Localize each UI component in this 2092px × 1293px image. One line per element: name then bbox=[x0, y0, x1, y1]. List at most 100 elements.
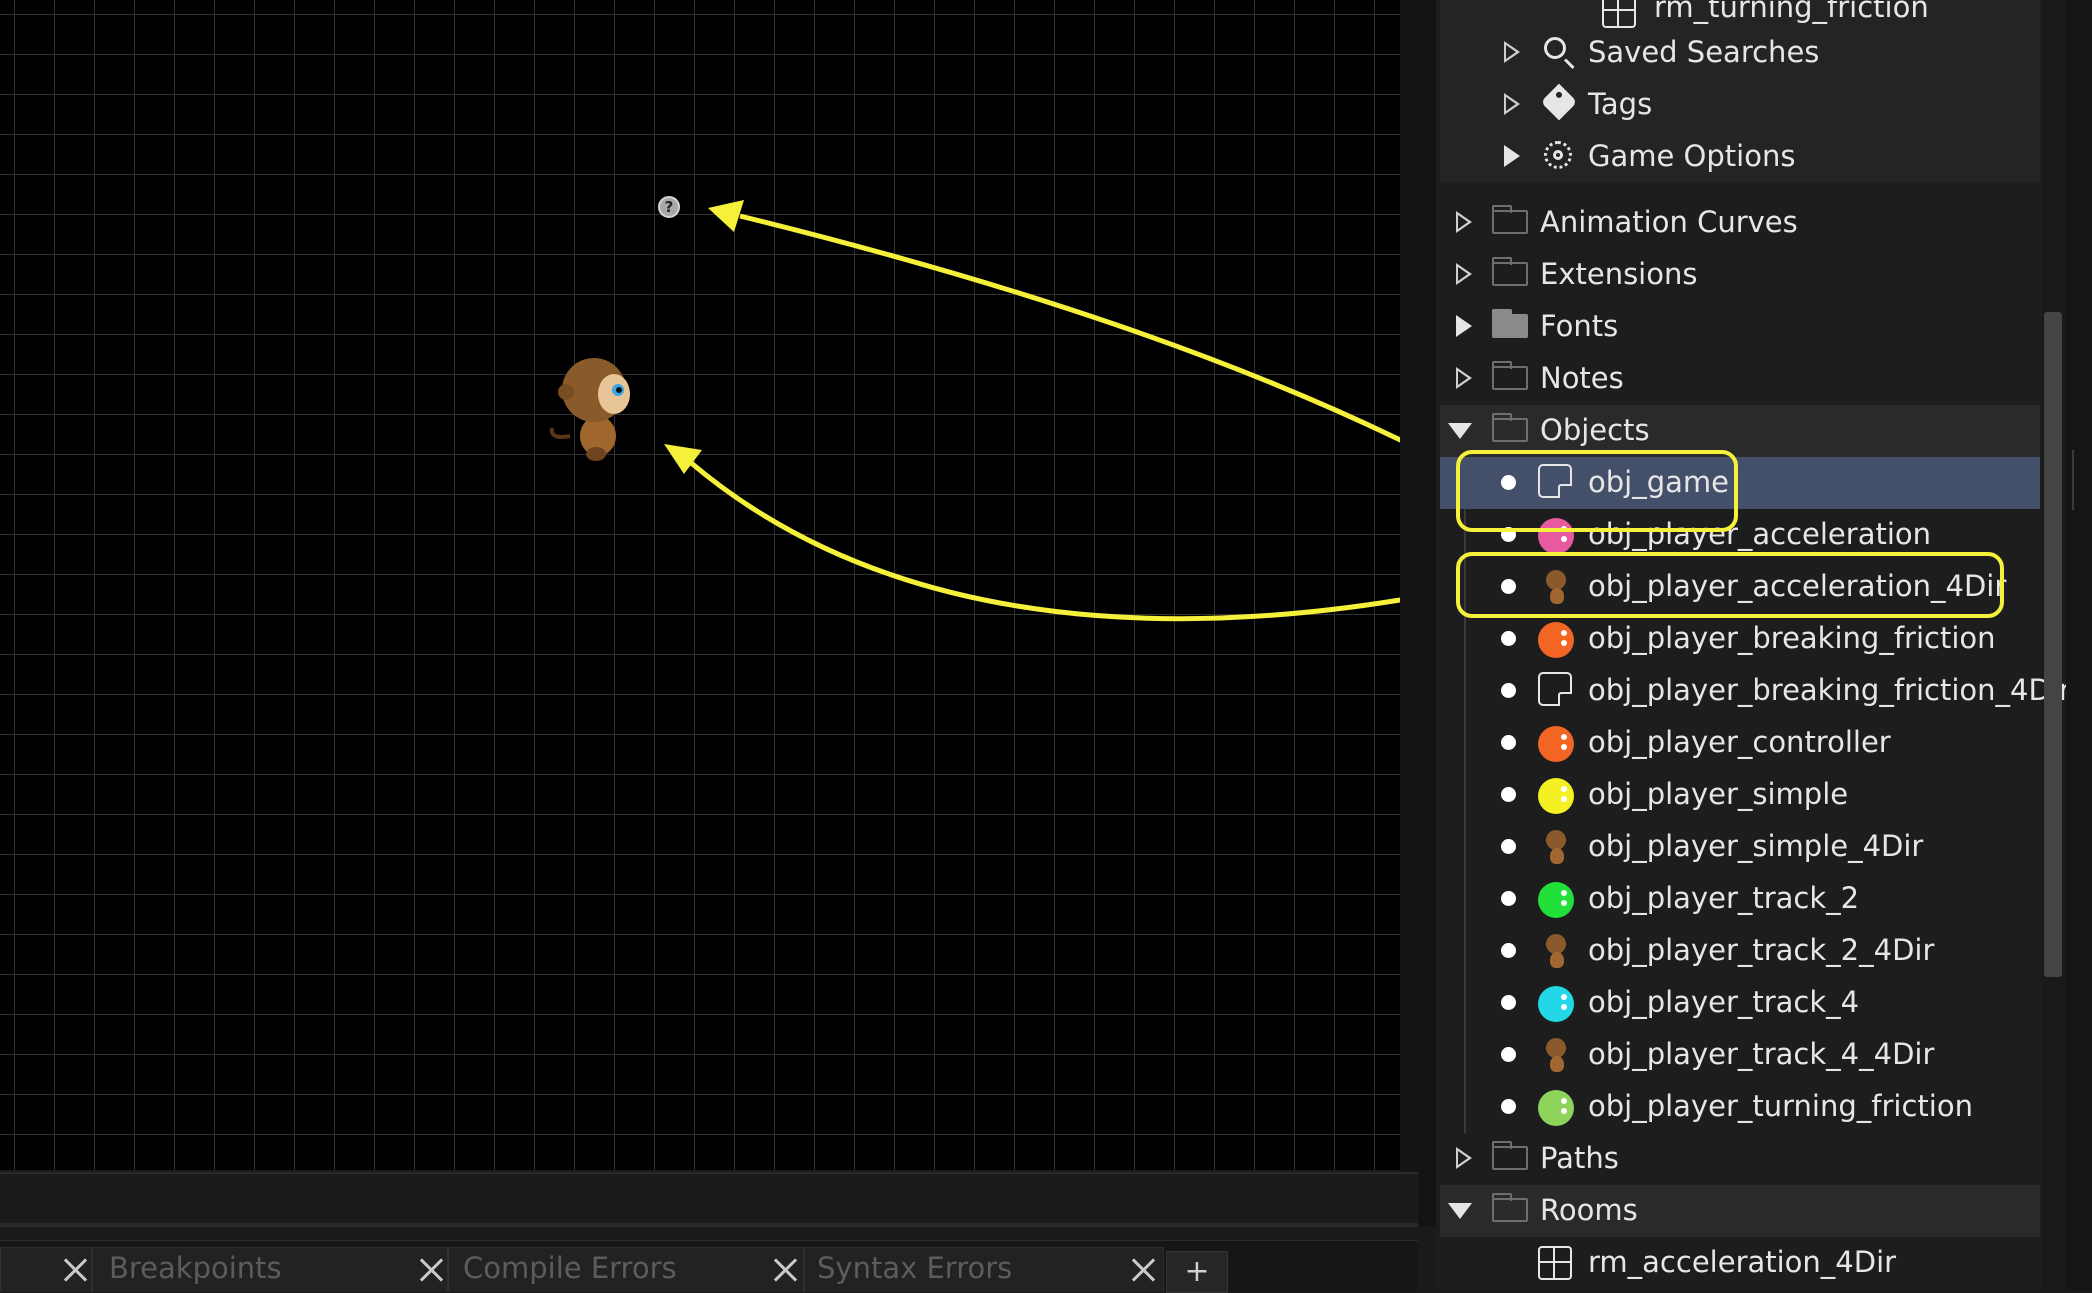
chevron-down-icon[interactable] bbox=[1448, 1203, 1472, 1219]
asset-label: obj_player_simple_4Dir bbox=[1588, 829, 1924, 863]
asset-label: Extensions bbox=[1540, 257, 1698, 291]
room-icon bbox=[1538, 1246, 1572, 1280]
folder-animation-curves[interactable]: Animation Curves bbox=[1440, 197, 2040, 249]
bullet-icon bbox=[1501, 787, 1516, 802]
folder-fonts[interactable]: Fonts bbox=[1440, 301, 2040, 353]
folder-icon bbox=[1492, 257, 1528, 286]
folder-extensions[interactable]: Extensions bbox=[1440, 249, 2040, 301]
asset-label: Tags bbox=[1588, 87, 1653, 121]
tab-output[interactable] bbox=[0, 1247, 92, 1292]
tab-compile-errors[interactable]: Compile Errors bbox=[448, 1247, 804, 1292]
asset-obj-player-controller[interactable]: obj_player_controller bbox=[1440, 717, 2040, 769]
bullet-icon bbox=[1501, 891, 1516, 906]
asset-label: obj_player_track_4 bbox=[1588, 985, 1860, 1019]
room-canvas[interactable]: ? bbox=[0, 0, 1400, 1170]
monkey-instance[interactable] bbox=[546, 354, 640, 466]
chevron-right-icon[interactable] bbox=[1504, 41, 1520, 63]
bullet-icon bbox=[1501, 1047, 1516, 1062]
bullet-icon bbox=[1501, 683, 1516, 698]
asset-label: obj_player_turning_friction bbox=[1588, 1089, 1973, 1123]
right-dock-strip bbox=[2066, 0, 2092, 1290]
cyan-player-icon bbox=[1538, 986, 1574, 1022]
bullet-icon bbox=[1501, 839, 1516, 854]
folder-paths[interactable]: Paths bbox=[1440, 1133, 2040, 1185]
chevron-right-icon[interactable] bbox=[1504, 145, 1520, 167]
asset-label: Fonts bbox=[1540, 309, 1619, 343]
output-tab-bar: Breakpoints Compile Errors Syntax Errors… bbox=[0, 1240, 1418, 1293]
chevron-down-icon[interactable] bbox=[1448, 423, 1472, 439]
tab-compile-errors-label: Compile Errors bbox=[463, 1251, 677, 1285]
bullet-icon bbox=[1501, 995, 1516, 1010]
asset-label: rm_turning_friction bbox=[1654, 0, 1929, 24]
tab-breakpoints[interactable]: Breakpoints bbox=[92, 1247, 448, 1292]
folder-icon bbox=[1492, 1141, 1528, 1170]
asset-obj-player-track-4-4dir[interactable]: obj_player_track_4_4Dir bbox=[1440, 1029, 2040, 1081]
asset-label: obj_player_track_2 bbox=[1588, 881, 1860, 915]
asset-label: obj_player_track_2_4Dir bbox=[1588, 933, 1935, 967]
asset-browser-scrollbar[interactable] bbox=[2044, 312, 2062, 977]
asset-label: obj_player_controller bbox=[1588, 725, 1891, 759]
asset-obj-player-simple-4dir[interactable]: obj_player_simple_4Dir bbox=[1440, 821, 2040, 873]
tags-item[interactable]: Tags bbox=[1440, 79, 2040, 131]
highlight-obj-player-acceleration-4dir bbox=[1456, 552, 2004, 618]
monkey-icon bbox=[1542, 830, 1570, 866]
game-options-item[interactable]: Game Options bbox=[1440, 131, 2040, 183]
tab-syntax-errors-label: Syntax Errors bbox=[817, 1251, 1013, 1285]
asset-label: obj_player_track_4_4Dir bbox=[1588, 1037, 1935, 1071]
folder-rooms[interactable]: Rooms bbox=[1440, 1185, 2040, 1237]
close-icon[interactable] bbox=[419, 1257, 445, 1283]
asset-obj-player-track-4[interactable]: obj_player_track_4 bbox=[1440, 977, 2040, 1029]
folder-icon bbox=[1492, 205, 1528, 234]
yellow-player-icon bbox=[1538, 778, 1574, 814]
tab-breakpoints-label: Breakpoints bbox=[109, 1251, 282, 1285]
folder-open-icon bbox=[1492, 1193, 1528, 1222]
asset-label: obj_player_simple bbox=[1588, 777, 1849, 811]
canvas-horizontal-scroll-area[interactable] bbox=[0, 1172, 1418, 1226]
chevron-right-icon[interactable] bbox=[1504, 93, 1520, 115]
bullet-icon bbox=[1501, 735, 1516, 750]
folder-icon bbox=[1492, 361, 1528, 390]
asset-label: rm_acceleration_4Dir bbox=[1588, 1245, 1897, 1279]
asset-label: obj_player_breaking_friction bbox=[1588, 621, 1996, 655]
chevron-right-icon[interactable] bbox=[1456, 315, 1472, 337]
monkey-icon bbox=[1542, 934, 1570, 970]
asset-rm-acceleration-4dir[interactable]: rm_acceleration_4Dir bbox=[1440, 1237, 2040, 1289]
asset-label: Animation Curves bbox=[1540, 205, 1798, 239]
panel-splitter[interactable] bbox=[0, 1223, 1418, 1227]
add-tab-button[interactable]: + bbox=[1166, 1251, 1228, 1293]
folder-icon bbox=[1492, 309, 1528, 338]
folder-open-icon bbox=[1492, 413, 1528, 442]
chevron-right-icon[interactable] bbox=[1456, 263, 1472, 285]
asset-obj-player-track-2[interactable]: obj_player_track_2 bbox=[1440, 873, 2040, 925]
bullet-icon bbox=[1501, 1099, 1516, 1114]
asset-obj-player-breaking-friction[interactable]: obj_player_breaking_friction bbox=[1440, 613, 2040, 665]
gear-icon bbox=[1544, 141, 1572, 169]
bullet-icon bbox=[1501, 943, 1516, 958]
tag-icon bbox=[1540, 83, 1578, 121]
monkey-icon bbox=[1542, 1038, 1570, 1074]
close-icon[interactable] bbox=[773, 1257, 799, 1283]
room-icon bbox=[1602, 0, 1636, 28]
asset-obj-player-track-2-4dir[interactable]: obj_player_track_2_4Dir bbox=[1440, 925, 2040, 977]
tab-syntax-errors[interactable]: Syntax Errors bbox=[804, 1247, 1164, 1292]
asset-label: Game Options bbox=[1588, 139, 1796, 173]
chevron-right-icon[interactable] bbox=[1456, 211, 1472, 233]
obj-game-instance-icon[interactable]: ? bbox=[658, 196, 680, 218]
lightgreen-player-icon bbox=[1538, 1090, 1574, 1126]
asset-label: Notes bbox=[1540, 361, 1624, 395]
canvas-divider bbox=[1400, 0, 1436, 1226]
asset-obj-player-breaking-friction-4dir[interactable]: obj_player_breaking_friction_4Dir bbox=[1440, 665, 2071, 717]
asset-label: obj_player_breaking_friction_4Dir bbox=[1588, 673, 2071, 707]
right-dock-handle[interactable] bbox=[2072, 450, 2074, 510]
chevron-right-icon[interactable] bbox=[1456, 367, 1472, 389]
asset-obj-player-turning-friction[interactable]: obj_player_turning_friction bbox=[1440, 1081, 2040, 1133]
green-player-icon bbox=[1538, 882, 1574, 918]
folder-notes[interactable]: Notes bbox=[1440, 353, 2040, 405]
chevron-right-icon[interactable] bbox=[1456, 1147, 1472, 1169]
close-icon[interactable] bbox=[63, 1257, 89, 1283]
asset-obj-player-simple[interactable]: obj_player_simple bbox=[1440, 769, 2040, 821]
highlight-obj-game bbox=[1456, 450, 1738, 532]
empty-sprite-icon bbox=[1538, 672, 1572, 706]
saved-searches-item[interactable]: Saved Searches bbox=[1440, 27, 2040, 79]
close-icon[interactable] bbox=[1131, 1257, 1157, 1283]
